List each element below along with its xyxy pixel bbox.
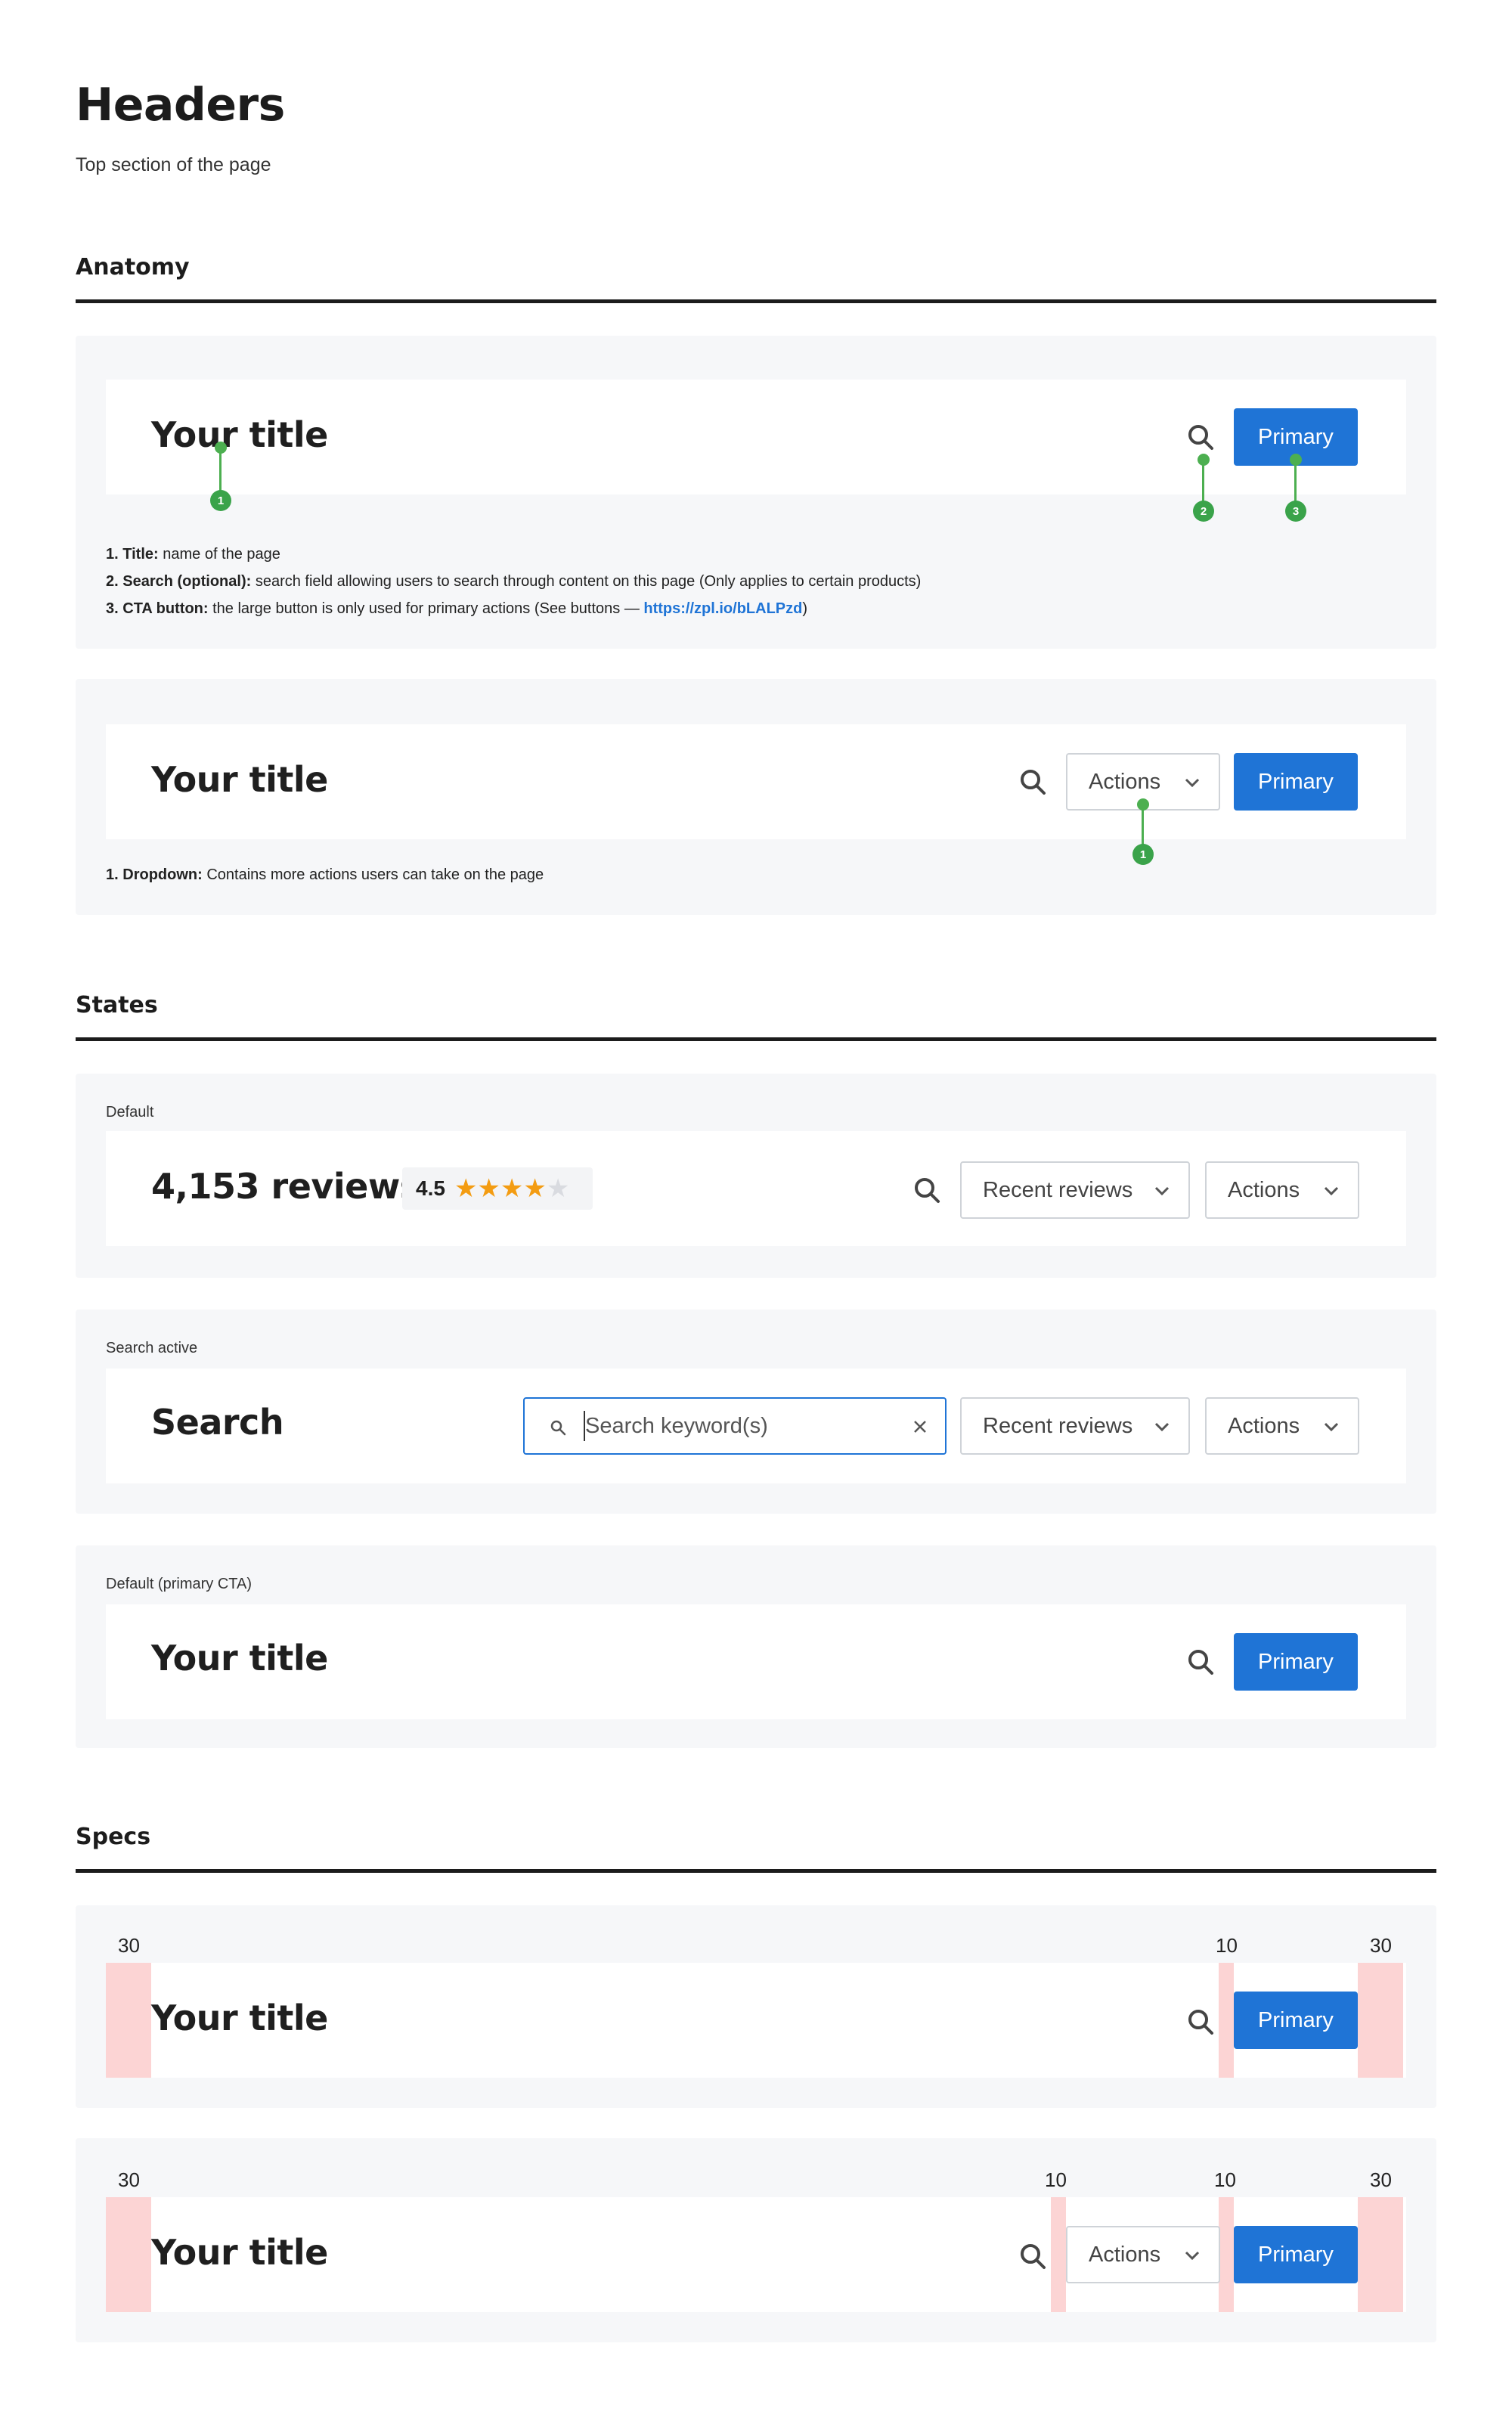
spec-measure-gap: 10 <box>1045 2168 1067 2191</box>
search-placeholder: Search keyword(s) <box>585 1414 768 1438</box>
marker-badge-1: 1 <box>1132 844 1154 865</box>
note-number: 2. <box>106 573 119 590</box>
state-label: Default <box>106 1104 154 1121</box>
note-text-tail: ) <box>802 600 808 617</box>
spec-measure-gap: 10 <box>1216 1934 1238 1957</box>
primary-button[interactable]: Primary <box>1234 1992 1358 2049</box>
spec-gap <box>1219 1963 1234 2078</box>
note-text: Contains more actions users can take on … <box>202 866 544 883</box>
header-title: Your title <box>151 1998 328 2038</box>
note-term: Dropdown: <box>122 866 203 883</box>
page-subtitle: Top section of the page <box>76 154 271 175</box>
state-label: Default (primary CTA) <box>106 1576 252 1592</box>
actions-dropdown[interactable]: Actions <box>1205 1397 1359 1455</box>
actions-label: Actions <box>1228 1177 1300 1202</box>
reviews-count-title: 4,153 reviews <box>151 1166 420 1207</box>
search-icon[interactable] <box>912 1175 942 1205</box>
search-input[interactable]: Search keyword(s) <box>523 1397 947 1455</box>
chevron-down-icon <box>1324 1422 1339 1432</box>
star-empty-icon: ★ <box>546 1174 570 1203</box>
marker-badge-3: 3 <box>1285 501 1306 522</box>
search-icon[interactable] <box>1185 2007 1216 2037</box>
chevron-down-icon <box>1154 1186 1170 1196</box>
spec-measure-right: 30 <box>1370 1934 1392 1957</box>
search-icon[interactable] <box>1018 767 1048 797</box>
header-title: Your title <box>151 414 328 455</box>
note-term: Title: <box>122 546 159 563</box>
note-number: 1. <box>106 866 119 883</box>
section-title-states: States <box>76 992 158 1018</box>
anatomy-note-3: 3. CTA button: the large button is only … <box>106 600 807 618</box>
search-icon <box>550 1420 566 1436</box>
spec-gap <box>1051 2197 1066 2312</box>
chevron-down-icon <box>1185 778 1200 788</box>
spec-padding-right <box>1358 2197 1403 2312</box>
spec-gap <box>1219 2197 1234 2312</box>
section-divider <box>76 1037 1436 1041</box>
actions-dropdown[interactable]: Actions <box>1066 2226 1220 2283</box>
search-icon[interactable] <box>1185 1647 1216 1677</box>
buttons-link[interactable]: https://zpl.io/bLALPzd <box>643 600 802 617</box>
state-label: Search active <box>106 1340 198 1356</box>
spec-padding-right <box>1358 1963 1403 2078</box>
primary-button[interactable]: Primary <box>1234 753 1358 811</box>
sort-dropdown[interactable]: Recent reviews <box>960 1161 1190 1219</box>
note-term: CTA button: <box>122 600 209 617</box>
actions-label: Actions <box>1089 769 1161 794</box>
rating-chip: 4.5 ★ ★ ★ ★ ★ <box>402 1167 593 1210</box>
spec-padding-left <box>106 1963 151 2078</box>
note-text: name of the page <box>158 546 280 563</box>
spec-measure-left: 30 <box>118 2168 140 2191</box>
primary-button[interactable]: Primary <box>1234 1633 1358 1691</box>
marker-badge-2: 2 <box>1193 501 1214 522</box>
note-text: search field allowing users to search th… <box>251 573 922 590</box>
marker-line <box>1142 804 1144 847</box>
marker-line <box>1294 460 1297 502</box>
star-icon: ★ <box>454 1174 478 1203</box>
spec-measure-gap: 10 <box>1214 2168 1236 2191</box>
page-title: Headers <box>76 79 285 132</box>
anatomy-note-1: 1. Title: name of the page <box>106 546 280 563</box>
star-icon: ★ <box>477 1174 500 1203</box>
anatomy-note-2: 2. Search (optional): search field allow… <box>106 573 921 591</box>
note-text: the large button is only used for primar… <box>208 600 644 617</box>
section-title-specs: Specs <box>76 1824 151 1850</box>
close-icon[interactable] <box>912 1418 928 1435</box>
search-icon[interactable] <box>1185 422 1216 452</box>
star-icon: ★ <box>523 1174 547 1203</box>
note-number: 3. <box>106 600 119 617</box>
actions-dropdown[interactable]: Actions <box>1205 1161 1359 1219</box>
marker-line <box>219 448 222 491</box>
rating-value: 4.5 <box>416 1176 445 1200</box>
section-divider <box>76 299 1436 303</box>
actions-label: Actions <box>1228 1413 1300 1438</box>
star-icon: ★ <box>500 1174 524 1203</box>
sort-label: Recent reviews <box>983 1413 1133 1438</box>
spec-padding-left <box>106 2197 151 2312</box>
chevron-down-icon <box>1154 1422 1170 1432</box>
anatomy-note-dropdown: 1. Dropdown: Contains more actions users… <box>106 866 544 884</box>
section-title-anatomy: Anatomy <box>76 254 190 281</box>
note-number: 1. <box>106 546 119 563</box>
primary-button[interactable]: Primary <box>1234 2226 1358 2283</box>
note-term: Search (optional): <box>122 573 252 590</box>
spec-measure-left: 30 <box>118 1934 140 1957</box>
spec-measure-right: 30 <box>1370 2168 1392 2191</box>
marker-badge-1: 1 <box>210 490 231 511</box>
search-icon[interactable] <box>1018 2241 1048 2271</box>
chevron-down-icon <box>1324 1186 1339 1196</box>
search-title: Search <box>151 1402 284 1443</box>
section-divider <box>76 1869 1436 1873</box>
header-title: Your title <box>151 1638 328 1679</box>
chevron-down-icon <box>1185 2251 1200 2261</box>
header-title: Your title <box>151 2232 328 2273</box>
marker-line <box>1202 460 1204 502</box>
actions-label: Actions <box>1089 2242 1161 2267</box>
header-title: Your title <box>151 759 328 800</box>
sort-dropdown[interactable]: Recent reviews <box>960 1397 1190 1455</box>
sort-label: Recent reviews <box>983 1177 1133 1202</box>
